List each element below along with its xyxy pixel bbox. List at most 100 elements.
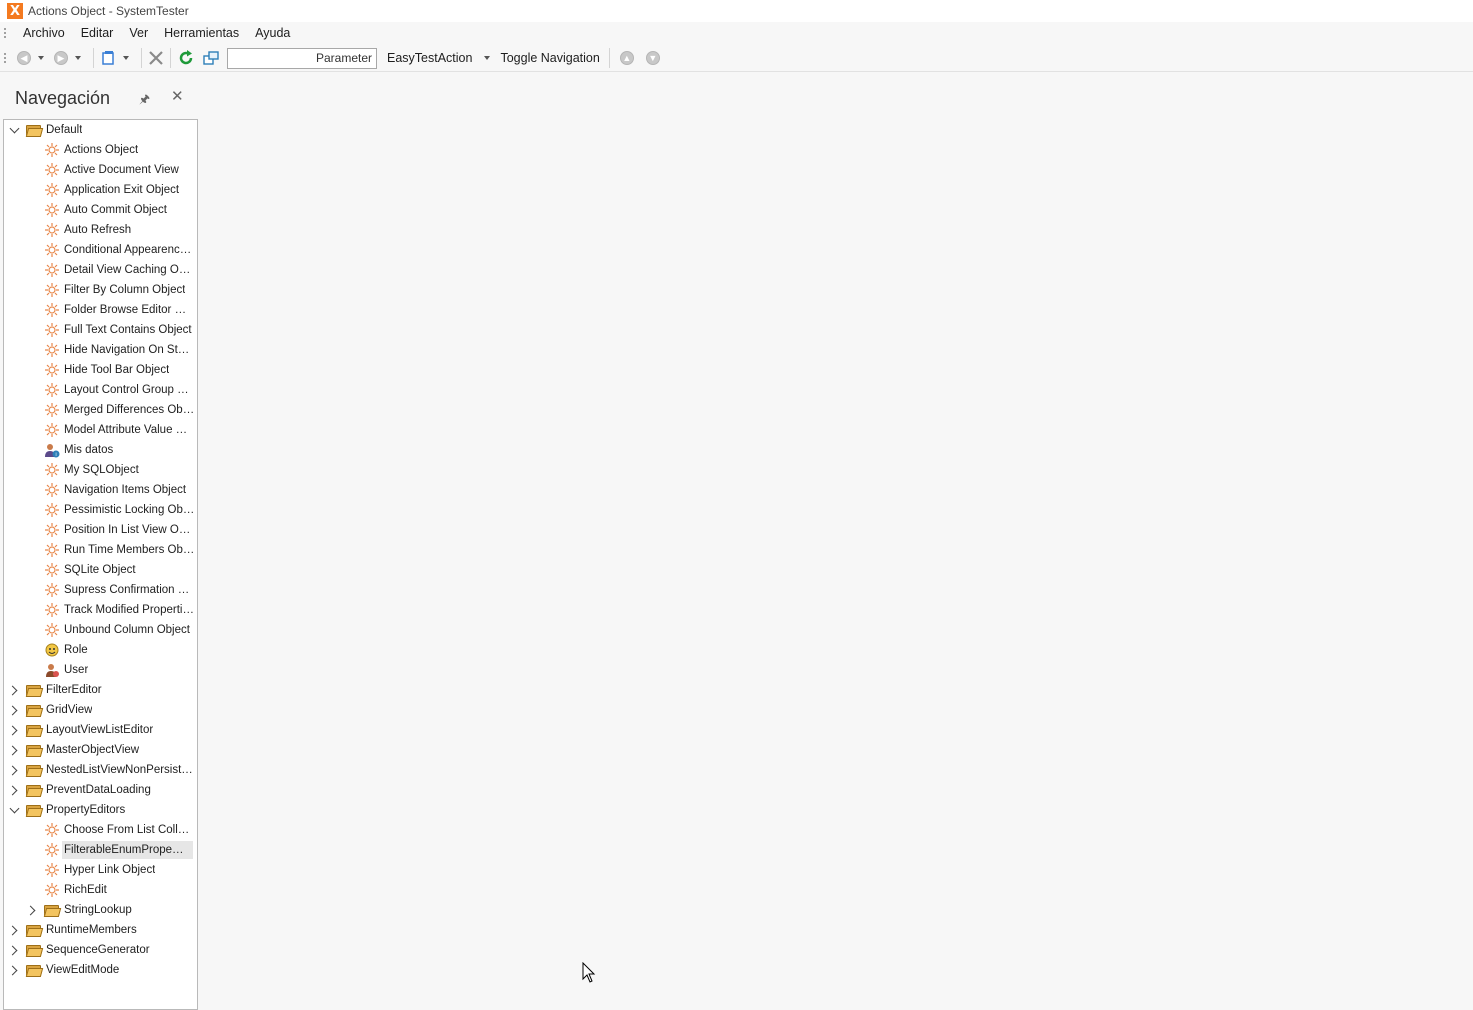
tree-item[interactable]: Detail View Caching Object	[4, 260, 197, 280]
tree-item[interactable]: Auto Refresh	[4, 220, 197, 240]
tree-item-label: RuntimeMembers	[46, 924, 137, 936]
tree-folder-item[interactable]: MasterObjectView	[4, 740, 197, 760]
tree-item[interactable]: Auto Commit Object	[4, 200, 197, 220]
collapse-chevron-icon[interactable]	[8, 803, 20, 816]
menu-grip-icon[interactable]	[3, 27, 7, 40]
tree-item[interactable]: FilterableEnumPropertyE...	[4, 840, 197, 860]
expand-chevron-icon[interactable]	[7, 964, 20, 976]
new-dropdown-icon[interactable]	[123, 56, 129, 60]
tree-item[interactable]: Actions Object	[4, 140, 197, 160]
new-button[interactable]	[100, 47, 116, 69]
tree-item-label: Unbound Column Object	[64, 624, 190, 636]
menu-ver[interactable]: Ver	[121, 22, 156, 45]
tree-item[interactable]: Model Attribute Value Obj...	[4, 420, 197, 440]
tree-item[interactable]: Filter By Column Object	[4, 280, 197, 300]
tree-folder-item[interactable]: LayoutViewListEditor	[4, 720, 197, 740]
pin-icon[interactable]: 🖈	[139, 90, 150, 111]
tree-folder-item[interactable]: SequenceGenerator	[4, 940, 197, 960]
folder-icon	[25, 744, 44, 757]
forward-button[interactable]: ▶	[54, 47, 68, 69]
business-object-icon	[44, 322, 60, 338]
tree-item[interactable]: Hide Tool Bar Object	[4, 360, 197, 380]
tree-folder-item[interactable]: GridView	[4, 700, 197, 720]
expand-chevron-icon[interactable]	[7, 924, 20, 936]
tree-item[interactable]: Hyper Link Object	[4, 860, 197, 880]
expand-chevron-icon[interactable]	[7, 684, 20, 696]
tree-item[interactable]: Run Time Members Object	[4, 540, 197, 560]
expand-chevron-icon[interactable]	[7, 724, 20, 736]
expand-chevron-icon[interactable]	[7, 704, 20, 716]
toggle-navigation-button[interactable]: Toggle Navigation	[496, 51, 603, 65]
next-object-button[interactable]: ▼	[645, 47, 660, 69]
tree-item[interactable]: Hide Navigation On Start...	[4, 340, 197, 360]
tree-item-label: Layout Control Group Obj...	[64, 384, 195, 396]
tree-item[interactable]: Layout Control Group Obj...	[4, 380, 197, 400]
menu-archivo[interactable]: Archivo	[15, 22, 73, 45]
easytest-action-button[interactable]: EasyTestAction	[383, 51, 476, 65]
expand-chevron-icon[interactable]	[25, 904, 38, 916]
navigation-tree: Default Actions Object Active Document Vie…	[3, 119, 198, 1010]
close-icon[interactable]: ✕	[171, 87, 184, 105]
tree-item[interactable]: i Mis datos	[4, 440, 197, 460]
tree-item[interactable]: Position In List View Object	[4, 520, 197, 540]
previous-object-button[interactable]: ▲	[619, 47, 634, 69]
folder-icon	[25, 964, 44, 977]
tree-item[interactable]: RichEdit	[4, 880, 197, 900]
back-button[interactable]: ◀	[17, 47, 31, 69]
tree-folder-item[interactable]: Default	[4, 120, 197, 140]
forward-dropdown-icon[interactable]	[75, 56, 81, 60]
delete-button[interactable]	[148, 47, 164, 69]
easytest-dropdown-icon[interactable]	[484, 56, 491, 60]
menu-editar[interactable]: Editar	[73, 22, 122, 45]
folder-icon	[25, 724, 44, 737]
parameter-input[interactable]: Parameter	[227, 47, 377, 69]
tree-item[interactable]: Full Text Contains Object	[4, 320, 197, 340]
tree-item-label: Folder Browse Editor Obj...	[64, 304, 195, 316]
tree-item[interactable]: Pessimistic Locking Object	[4, 500, 197, 520]
title-bar: X Actions Object - SystemTester	[0, 0, 1473, 22]
open-window-button[interactable]	[203, 47, 219, 69]
expand-chevron-icon[interactable]	[7, 944, 20, 956]
expand-chevron-icon[interactable]	[7, 784, 20, 796]
tree-item[interactable]: Track Modified Properties...	[4, 600, 197, 620]
business-object-icon	[44, 862, 60, 878]
collapse-chevron-icon[interactable]	[8, 123, 20, 136]
tree-folder-item[interactable]: NestedListViewNonPersistent...	[4, 760, 197, 780]
expand-chevron-icon[interactable]	[7, 764, 20, 776]
tree-item[interactable]: Merged Differences Object	[4, 400, 197, 420]
tree-folder-item[interactable]: ViewEditMode	[4, 960, 197, 980]
tree-item[interactable]: Role	[4, 640, 197, 660]
tree-item[interactable]: Choose From List Collecti...	[4, 820, 197, 840]
tree-item[interactable]: My SQLObject	[4, 460, 197, 480]
expand-chevron-icon[interactable]	[7, 744, 20, 756]
tree-folder-item[interactable]: FilterEditor	[4, 680, 197, 700]
tree-item[interactable]: SQLite Object	[4, 560, 197, 580]
business-object-icon	[44, 282, 60, 298]
tree-item[interactable]: Active Document View	[4, 160, 197, 180]
tree-folder-item[interactable]: PropertyEditors	[4, 800, 197, 820]
navigation-panel: Navegación 🖈 ✕ Default Actions Object Acti…	[3, 77, 198, 1010]
tree-item[interactable]: Unbound Column Object	[4, 620, 197, 640]
tree-item[interactable]: User	[4, 660, 197, 680]
menu-ayuda[interactable]: Ayuda	[247, 22, 298, 45]
tree-folder-item[interactable]: PreventDataLoading	[4, 780, 197, 800]
tree-item[interactable]: Navigation Items Object	[4, 480, 197, 500]
tree-item[interactable]: Supress Confirmation Obj...	[4, 580, 197, 600]
tree-item[interactable]: Application Exit Object	[4, 180, 197, 200]
tree-item[interactable]: Conditional Appearence ...	[4, 240, 197, 260]
toolbar-grip-icon[interactable]	[3, 51, 7, 65]
tree-item[interactable]: Folder Browse Editor Obj...	[4, 300, 197, 320]
delete-x-icon	[149, 51, 163, 65]
refresh-button[interactable]	[177, 47, 195, 69]
tree-folder-item[interactable]: RuntimeMembers	[4, 920, 197, 940]
business-object-icon	[44, 482, 60, 498]
tree-folder-item[interactable]: StringLookup	[4, 900, 197, 920]
back-dropdown-icon[interactable]	[38, 56, 44, 60]
menu-herramientas[interactable]: Herramientas	[156, 22, 247, 45]
